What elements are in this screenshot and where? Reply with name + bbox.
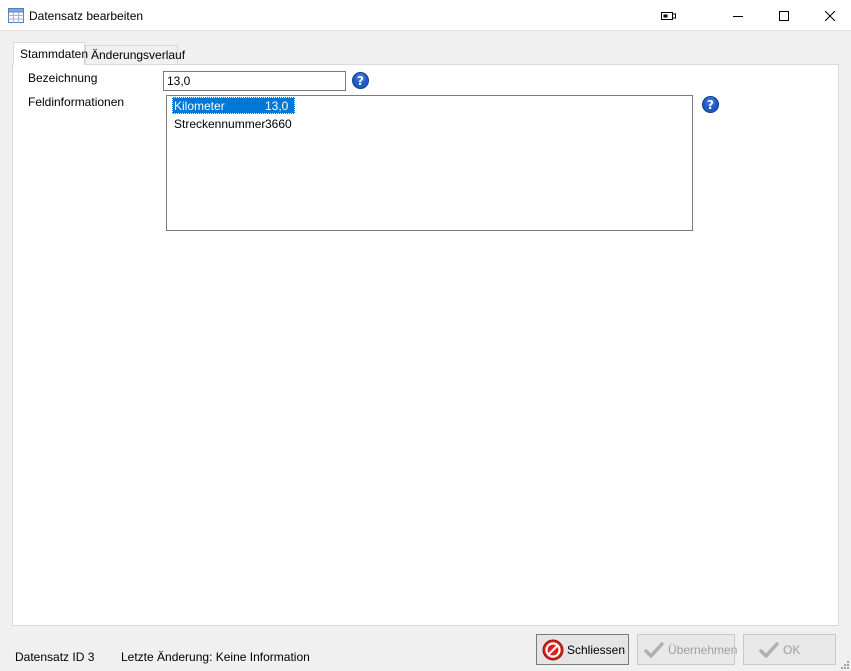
ok-button[interactable]: OK: [743, 634, 836, 665]
svg-text:?: ?: [357, 74, 364, 88]
extra-icon: [661, 11, 676, 20]
table-icon: [8, 8, 24, 23]
feldinformationen-list[interactable]: Kilometer 13,0 Streckennummer 3660: [166, 95, 693, 231]
title-bar: Datensatz bearbeiten: [0, 0, 851, 31]
last-change-status: Letzte Änderung: Keine Information: [121, 650, 310, 664]
svg-text:?: ?: [707, 98, 714, 112]
list-item[interactable]: Kilometer 13,0: [168, 97, 691, 115]
tab-aenderungsverlauf[interactable]: Änderungsverlauf: [85, 45, 185, 66]
minimize-icon: [733, 15, 743, 17]
tab-stammdaten[interactable]: Stammdaten: [13, 42, 88, 65]
field-value: 13,0: [265, 99, 289, 113]
apply-button[interactable]: Übernehmen: [637, 634, 738, 665]
help-icon[interactable]: ?: [702, 96, 719, 113]
close-window-button[interactable]: [807, 0, 851, 31]
close-button-label: Schliessen: [567, 643, 626, 657]
apply-button-label: Übernehmen: [668, 643, 738, 657]
field-name: Kilometer: [174, 99, 225, 113]
checkmark-icon: [759, 642, 779, 658]
record-id-status: Datensatz ID 3: [15, 650, 95, 664]
help-icon[interactable]: ?: [352, 72, 369, 89]
minimize-button[interactable]: [715, 0, 761, 31]
field-name: Streckennummer: [174, 117, 266, 131]
bezeichnung-label: Bezeichnung: [28, 71, 98, 85]
bezeichnung-input[interactable]: 13,0: [163, 71, 346, 91]
feldinformationen-label: Feldinformationen: [28, 95, 125, 109]
field-value: 3660: [265, 117, 292, 131]
stop-icon: [542, 639, 564, 661]
maximize-button[interactable]: [761, 0, 807, 31]
list-item[interactable]: Streckennummer 3660: [168, 115, 691, 133]
window-extra-button[interactable]: [646, 0, 692, 31]
ok-button-label: OK: [783, 643, 801, 657]
close-icon: [825, 10, 835, 21]
edit-record-window: Datensatz bearbeiten Stammdaten Änderung…: [0, 0, 851, 671]
close-button[interactable]: Schliessen: [536, 634, 629, 665]
checkmark-icon: [644, 642, 664, 658]
window-title: Datensatz bearbeiten: [29, 9, 144, 23]
maximize-icon: [779, 10, 789, 21]
resize-grip-icon[interactable]: [838, 658, 850, 670]
